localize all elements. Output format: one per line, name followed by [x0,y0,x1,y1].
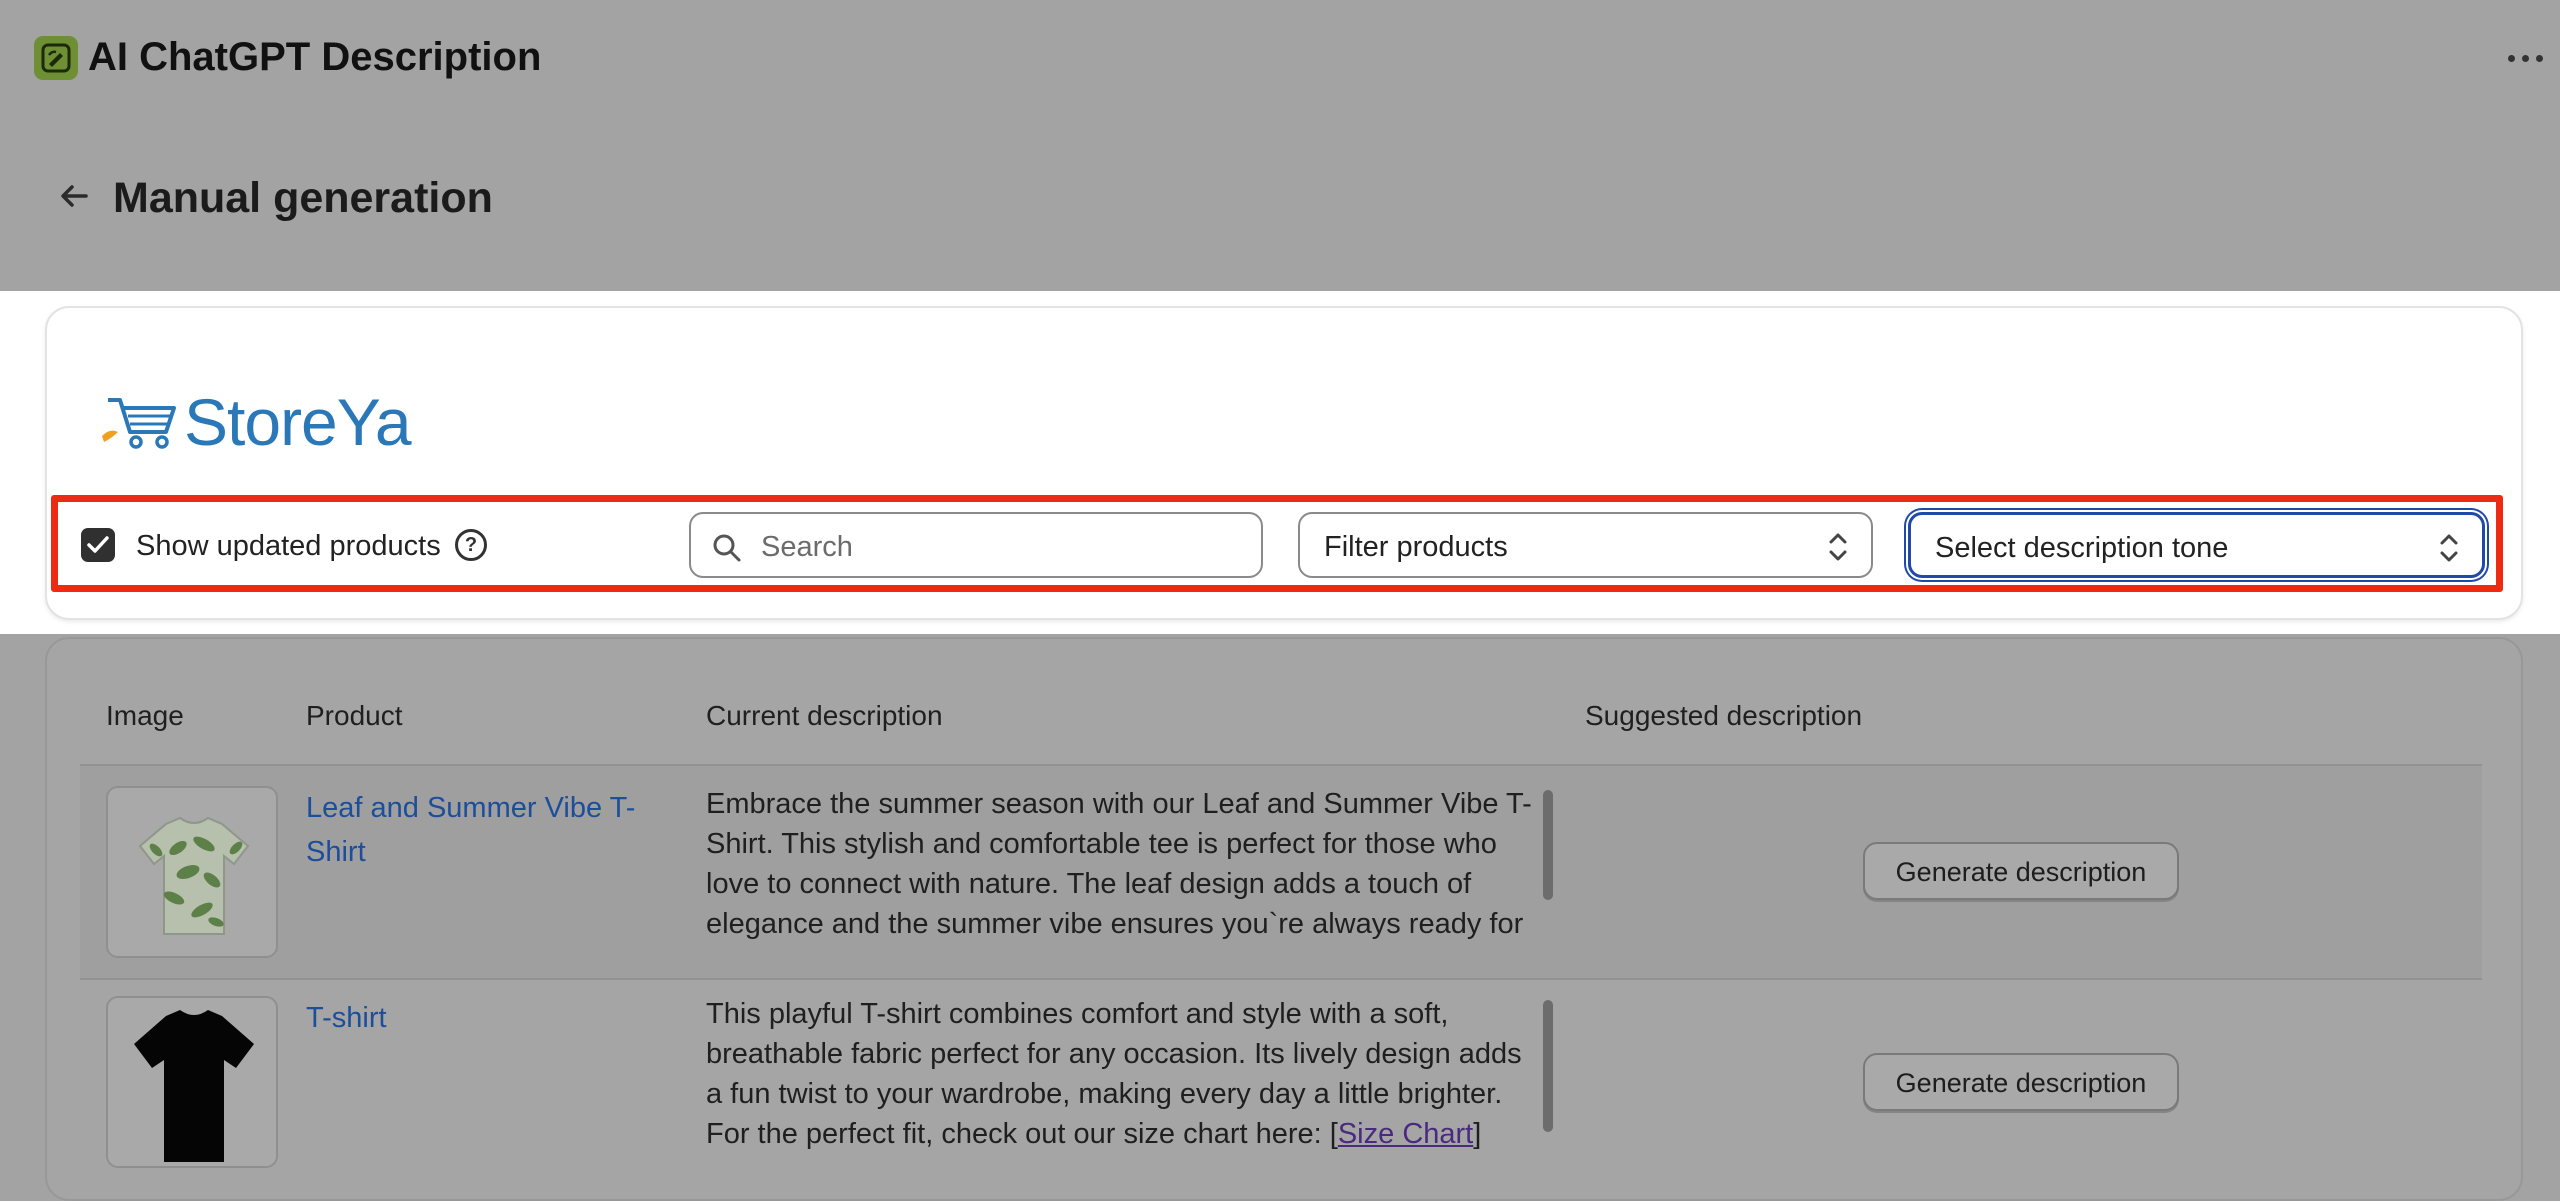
search-field[interactable] [689,512,1263,578]
current-description-text: Embrace the summer season with our Leaf … [706,788,1532,940]
header-image: Image [106,700,184,731]
header-suggested-description: Suggested description [1585,700,1863,731]
storeya-logo: StoreYa [100,382,412,462]
app-logo-icon [34,36,78,80]
chevron-updown-icon [2440,534,2458,562]
chevron-updown-icon [1829,533,1847,561]
filter-products-label: Filter products [1324,531,1508,563]
description-scroll-thumb[interactable] [1543,790,1553,900]
row-divider [80,978,2482,980]
description-scroll-thumb[interactable] [1543,1000,1553,1132]
arrow-left-icon [61,185,88,207]
filter-products-select[interactable]: Filter products [1298,512,1873,578]
product-link[interactable]: Leaf and Summer Vibe T-Shirt [306,786,666,874]
show-updated-label[interactable]: Show updated products [136,528,441,564]
generate-description-button[interactable]: Generate description [1863,842,2179,900]
description-text-end: ] [1473,1118,1482,1150]
checkmark-icon [87,536,109,553]
app-bar: AI ChatGPT Description [0,0,2560,112]
show-updated-checkbox[interactable] [81,528,115,562]
product-image[interactable] [106,996,278,1168]
product-image[interactable] [106,786,278,958]
description-tone-label: Select description tone [1935,532,2229,564]
generate-description-button[interactable]: Generate description [1863,1053,2179,1111]
header-current-description: Current description [706,700,943,731]
search-input[interactable] [759,526,1243,568]
current-description-text: This playful T-shirt combines comfort an… [706,994,1536,1158]
shopping-cart-icon [102,398,176,449]
black-tshirt-image [108,998,276,1166]
leaf-tshirt-image [108,788,276,956]
description-tone-select[interactable]: Select description tone [1908,512,2485,578]
more-horizontal-icon[interactable] [2500,38,2550,78]
question-circle-icon[interactable]: ? [455,529,487,561]
logo-text: StoreYa [184,385,412,459]
search-icon [713,534,741,562]
back-button[interactable] [52,174,96,218]
size-chart-link[interactable]: Size Chart [1338,1118,1473,1150]
header-product: Product [306,700,403,731]
app-title: AI ChatGPT Description [88,35,542,79]
page-title: Manual generation [113,174,493,222]
product-link[interactable]: T-shirt [306,996,666,1040]
